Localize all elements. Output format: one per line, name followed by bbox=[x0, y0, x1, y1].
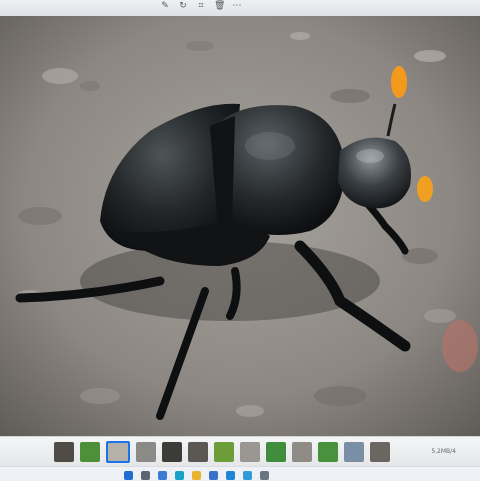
crop-icon[interactable]: ⌗ bbox=[196, 1, 206, 11]
search-icon[interactable] bbox=[141, 471, 150, 480]
orange-antenna-club-front bbox=[417, 176, 433, 202]
filmstrip-thumbnail[interactable] bbox=[318, 442, 338, 462]
filmstrip-thumbnail[interactable] bbox=[292, 442, 312, 462]
pencil-icon[interactable]: ✎ bbox=[160, 1, 170, 11]
explorer-icon[interactable] bbox=[192, 471, 201, 480]
orange-antenna-club-top bbox=[391, 66, 407, 98]
delete-icon[interactable]: 🗑 bbox=[214, 1, 225, 11]
photos-icon[interactable] bbox=[243, 471, 252, 480]
filmstrip-thumbnail[interactable] bbox=[214, 442, 234, 462]
beetle-head bbox=[338, 137, 411, 209]
filmstrip-thumbnail[interactable] bbox=[240, 442, 260, 462]
widgets-icon[interactable] bbox=[158, 471, 167, 480]
filmstrip-thumbnail[interactable] bbox=[162, 442, 182, 462]
viewer-toolbar: ✎ ↻ ⌗ 🗑 ⋯ bbox=[0, 0, 480, 17]
filmstrip-thumbnail[interactable] bbox=[344, 442, 364, 462]
filmstrip-thumbnail[interactable] bbox=[266, 442, 286, 462]
head-highlight bbox=[356, 149, 384, 163]
edge-icon[interactable] bbox=[175, 471, 184, 480]
beetle-photo bbox=[0, 16, 480, 440]
more-icon[interactable]: ⋯ bbox=[232, 1, 242, 11]
shell-highlight bbox=[245, 132, 295, 160]
thumbnail-strip bbox=[54, 441, 390, 463]
image-counter: 5.2MB/4 bbox=[431, 448, 456, 455]
filmstrip-thumbnail[interactable] bbox=[80, 442, 100, 462]
red-patch bbox=[442, 320, 478, 372]
filmstrip-thumbnail[interactable] bbox=[54, 442, 74, 462]
taskbar bbox=[0, 466, 480, 481]
mail-icon[interactable] bbox=[226, 471, 235, 480]
filmstrip-thumbnail[interactable] bbox=[106, 441, 130, 463]
filmstrip-thumbnail[interactable] bbox=[136, 442, 156, 462]
windows-icon[interactable] bbox=[124, 471, 133, 480]
taskbar-apps bbox=[124, 471, 269, 480]
settings-icon[interactable] bbox=[260, 471, 269, 480]
rotate-icon[interactable]: ↻ bbox=[178, 1, 188, 11]
filmstrip: 5.2MB/4 bbox=[0, 436, 480, 467]
store-icon[interactable] bbox=[209, 471, 218, 480]
toolbar-icons: ✎ ↻ ⌗ 🗑 ⋯ bbox=[160, 1, 242, 11]
filmstrip-thumbnail[interactable] bbox=[370, 442, 390, 462]
filmstrip-thumbnail[interactable] bbox=[188, 442, 208, 462]
photo-canvas bbox=[0, 16, 480, 440]
